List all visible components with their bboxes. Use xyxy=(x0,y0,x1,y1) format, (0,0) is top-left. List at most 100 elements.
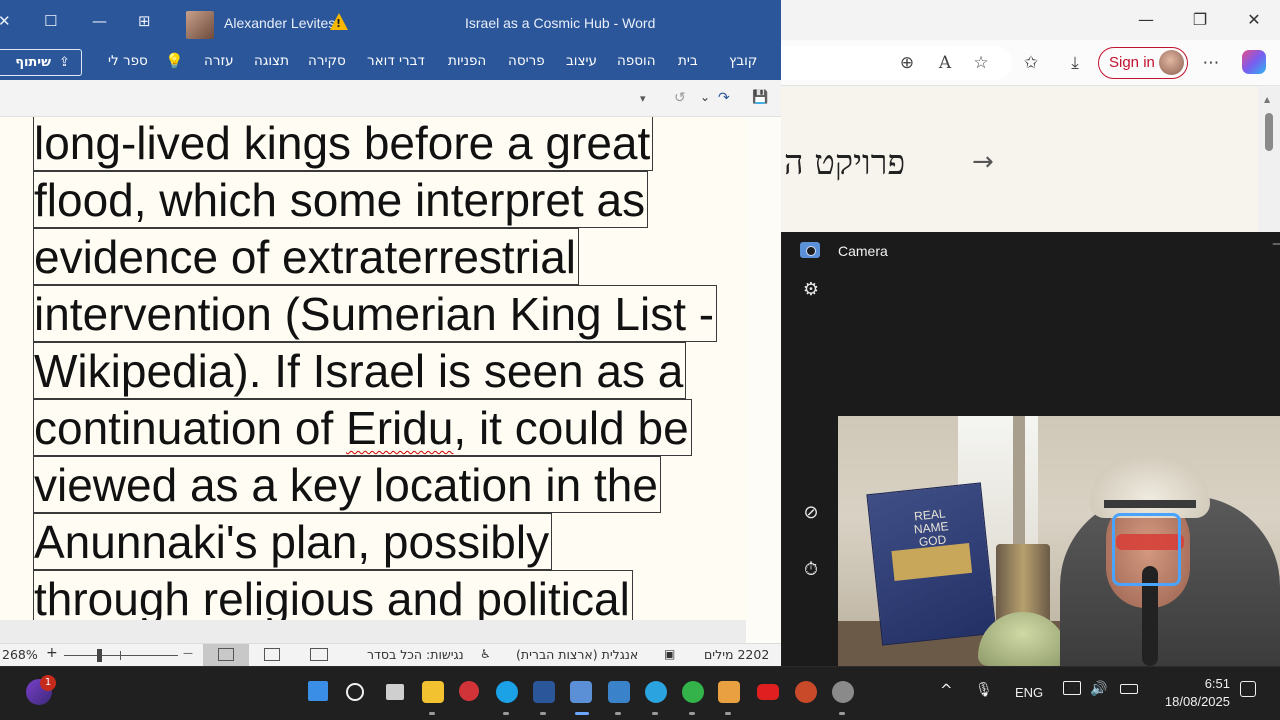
feed-book: REAL NAME GOD xyxy=(866,482,997,646)
undo-dropdown-icon[interactable]: ⌄ xyxy=(700,90,710,104)
print-layout-view-button[interactable] xyxy=(203,644,249,666)
word-taskbar-icon[interactable] xyxy=(533,681,555,703)
volume-icon[interactable]: 🔊 xyxy=(1090,681,1107,697)
browser-window: — ❐ ✕ ⊕ A ☆ ✩ ⤓ Sign in ⋯ פרויקט ה → ▲ xyxy=(780,0,1280,232)
scroll-up-icon[interactable]: ▲ xyxy=(1264,95,1270,104)
paint-icon[interactable] xyxy=(608,681,630,703)
edge-icon[interactable] xyxy=(496,681,518,703)
tell-me-box[interactable]: ספר לי xyxy=(108,53,148,69)
tab-references[interactable]: הפניות xyxy=(448,53,486,69)
sign-in-button[interactable]: Sign in xyxy=(1098,47,1188,79)
battery-icon[interactable] xyxy=(1120,684,1138,694)
lightbulb-icon[interactable]: 💡 xyxy=(165,52,184,70)
search-icon[interactable] xyxy=(346,683,364,701)
web-layout-view-button[interactable] xyxy=(249,644,295,666)
read-aloud-icon[interactable]: A xyxy=(932,50,958,76)
document-line[interactable]: viewed as a key location in the xyxy=(33,456,661,513)
browser-close-button[interactable]: ✕ xyxy=(1234,6,1274,34)
hdr-off-icon[interactable]: ⊘ xyxy=(800,502,822,524)
next-arrow-icon[interactable]: → xyxy=(972,147,994,177)
tab-mailings[interactable]: דברי דואר xyxy=(367,53,425,69)
telegram-icon[interactable] xyxy=(645,681,667,703)
scrollbar-thumb[interactable] xyxy=(1265,113,1273,151)
word-restore-button[interactable]: ☐ xyxy=(44,12,57,30)
account-avatar[interactable] xyxy=(186,11,214,39)
network-icon[interactable] xyxy=(1063,681,1081,695)
more-menu-icon[interactable]: ⋯ xyxy=(1198,50,1224,76)
zoom-slider-thumb[interactable] xyxy=(97,649,103,662)
favorite-star-icon[interactable]: ☆ xyxy=(968,50,994,76)
document-line[interactable]: intervention (Sumerian King List - xyxy=(33,285,718,342)
document-line[interactable]: evidence of extraterrestrial xyxy=(33,228,580,285)
tab-insert[interactable]: הוספה xyxy=(617,53,656,69)
ribbon-display-icon[interactable]: ⊞ xyxy=(138,12,151,30)
clipchamp-icon[interactable] xyxy=(718,681,740,703)
account-name[interactable]: Alexander Levites xyxy=(224,15,335,31)
document-scrollbar[interactable] xyxy=(746,117,781,643)
tab-help[interactable]: עזרה xyxy=(204,53,234,69)
youtube-icon[interactable] xyxy=(757,684,779,700)
document-line[interactable]: long-lived kings before a great xyxy=(33,117,654,171)
microphone-icon[interactable]: 🎙 xyxy=(975,682,993,698)
favorites-icon[interactable]: ✩ xyxy=(1018,50,1044,76)
undo-icon[interactable]: ↺ xyxy=(674,90,686,106)
camera-settings-icon[interactable]: ⚙ xyxy=(800,279,822,301)
document-line[interactable]: through religious and political xyxy=(33,570,633,620)
zoom-icon[interactable]: ⊕ xyxy=(894,50,920,76)
tab-review[interactable]: סקירה xyxy=(308,53,346,69)
camera-taskbar-icon[interactable] xyxy=(570,681,592,703)
zoom-out-button[interactable]: — xyxy=(183,648,193,659)
word-minimize-button[interactable]: — xyxy=(92,12,107,30)
screen-recorder-icon[interactable] xyxy=(459,681,479,701)
browser-page: פרויקט ה → xyxy=(780,87,1280,232)
document-line[interactable]: Anunnaki's plan, possibly xyxy=(33,513,553,570)
settings-icon[interactable] xyxy=(832,681,854,703)
input-language[interactable]: ENG xyxy=(1015,685,1043,700)
warning-icon[interactable]: ! xyxy=(330,13,348,30)
start-icon[interactable] xyxy=(308,681,328,701)
word-count[interactable]: 2202 מילים xyxy=(704,647,769,662)
zoom-slider[interactable] xyxy=(64,655,178,656)
status-bar: 268% + — נגישות: הכל בסדר ♿ אנגלית (ארצו… xyxy=(0,643,781,666)
powerpoint-icon[interactable] xyxy=(795,681,817,703)
tab-file[interactable]: קובץ xyxy=(729,53,757,69)
clock[interactable]: 6:51 18/08/2025 xyxy=(1158,675,1230,711)
zoom-level[interactable]: 268% xyxy=(2,647,38,662)
tab-layout[interactable]: פריסה xyxy=(508,53,545,69)
document-line[interactable]: continuation of Eridu, it could be xyxy=(33,399,692,456)
read-mode-view-button[interactable] xyxy=(295,644,341,666)
tray-overflow-icon[interactable]: ^ xyxy=(940,681,953,699)
browser-restore-button[interactable]: ❐ xyxy=(1180,6,1220,34)
task-view-icon[interactable] xyxy=(386,684,404,700)
feed-hat xyxy=(1090,456,1210,518)
language-status[interactable]: אנגלית (ארצות הברית) xyxy=(516,647,638,662)
share-button[interactable]: שיתוף ⇪ xyxy=(0,49,82,76)
notifications-icon[interactable] xyxy=(1240,681,1256,697)
save-icon[interactable]: 💾 xyxy=(752,90,768,105)
camera-preview[interactable]: REAL NAME GOD xyxy=(838,416,1280,666)
file-explorer-icon[interactable] xyxy=(422,681,444,703)
media-player-icon[interactable] xyxy=(682,681,704,703)
word-close-button[interactable]: ✕ xyxy=(0,12,11,30)
downloads-icon[interactable]: ⤓ xyxy=(1062,50,1088,76)
tab-view[interactable]: תצוגה xyxy=(254,53,289,69)
browser-minimize-button[interactable]: — xyxy=(1126,6,1166,34)
document-page[interactable]: long-lived kings before a great flood, w… xyxy=(0,117,746,620)
camera-app-icon xyxy=(800,242,820,258)
tab-home[interactable]: בית xyxy=(678,53,698,69)
document-line[interactable]: flood, which some interpret as xyxy=(33,171,649,228)
tab-design[interactable]: עיצוב xyxy=(566,53,597,69)
copilot-icon[interactable] xyxy=(1242,50,1266,74)
spelling-error-word[interactable]: Eridu xyxy=(346,402,453,454)
zoom-in-button[interactable]: + xyxy=(46,645,58,661)
timer-icon[interactable]: ⏱ xyxy=(800,559,822,581)
document-line[interactable]: Wikipedia). If Israel is seen as a xyxy=(33,342,687,399)
customize-qat-icon[interactable]: ▾ xyxy=(640,92,646,105)
clock-date: 18/08/2025 xyxy=(1164,694,1230,709)
browser-scrollbar[interactable]: ▲ xyxy=(1258,87,1280,232)
redo-icon[interactable]: ↷ xyxy=(718,90,730,106)
proofing-icon[interactable]: ▣ xyxy=(664,647,675,661)
camera-minimize-button[interactable]: — xyxy=(1272,236,1280,252)
running-indicator xyxy=(689,712,695,715)
accessibility-status[interactable]: נגישות: הכל בסדר xyxy=(367,647,464,662)
